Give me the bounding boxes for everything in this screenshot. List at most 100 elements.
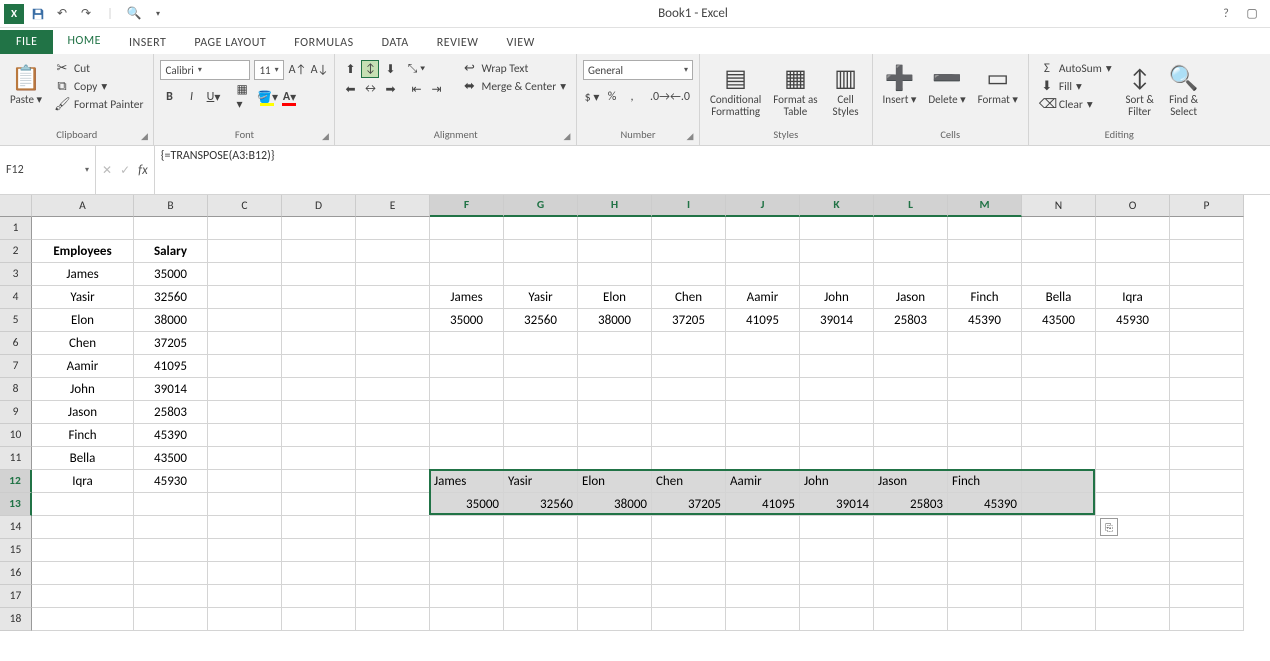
insert-function-button[interactable]: fx <box>138 163 148 178</box>
column-header-D[interactable]: D <box>282 195 356 217</box>
cell-L12[interactable]: Jason <box>874 470 948 493</box>
paste-button[interactable]: 📋 Paste ▾ <box>6 60 46 108</box>
alignment-dialog-launcher[interactable]: ◢ <box>561 130 573 142</box>
cell-N17[interactable] <box>1022 585 1096 608</box>
cell-H15[interactable] <box>578 539 652 562</box>
cell-B16[interactable] <box>134 562 208 585</box>
cell-C8[interactable] <box>208 378 282 401</box>
row-header-8[interactable]: 8 <box>0 378 32 401</box>
cell-J3[interactable] <box>726 263 800 286</box>
cell-B3[interactable]: 35000 <box>134 263 208 286</box>
cell-O10[interactable] <box>1096 424 1170 447</box>
cell-G17[interactable] <box>504 585 578 608</box>
cell-E3[interactable] <box>356 263 430 286</box>
cell-A4[interactable]: Yasir <box>32 286 134 309</box>
cell-L18[interactable] <box>874 608 948 631</box>
cell-O18[interactable] <box>1096 608 1170 631</box>
cell-K14[interactable] <box>800 516 874 539</box>
cell-B5[interactable]: 38000 <box>134 309 208 332</box>
cell-B18[interactable] <box>134 608 208 631</box>
cell-A10[interactable]: Finch <box>32 424 134 447</box>
cell-L7[interactable] <box>874 355 948 378</box>
cell-F6[interactable] <box>430 332 504 355</box>
cell-D1[interactable] <box>282 217 356 240</box>
cell-G14[interactable] <box>504 516 578 539</box>
cancel-formula-button[interactable]: ✕ <box>102 163 112 178</box>
column-header-A[interactable]: A <box>32 195 134 217</box>
cell-H8[interactable] <box>578 378 652 401</box>
find-select-button[interactable]: 🔍Find & Select <box>1164 60 1204 120</box>
cell-L13[interactable]: 25803 <box>874 493 948 516</box>
cell-I3[interactable] <box>652 263 726 286</box>
cell-C6[interactable] <box>208 332 282 355</box>
cell-I17[interactable] <box>652 585 726 608</box>
cell-D15[interactable] <box>282 539 356 562</box>
cell-N16[interactable] <box>1022 562 1096 585</box>
cell-A14[interactable] <box>32 516 134 539</box>
cell-N5[interactable]: 43500 <box>1022 309 1096 332</box>
cell-H11[interactable] <box>578 447 652 470</box>
cell-B14[interactable] <box>134 516 208 539</box>
row-header-16[interactable]: 16 <box>0 562 32 585</box>
cell-M17[interactable] <box>948 585 1022 608</box>
cell-O2[interactable] <box>1096 240 1170 263</box>
cell-P7[interactable] <box>1170 355 1244 378</box>
increase-decimal-button[interactable]: .0→ <box>651 88 669 106</box>
cell-I6[interactable] <box>652 332 726 355</box>
cell-G7[interactable] <box>504 355 578 378</box>
cell-K12[interactable]: John <box>800 470 874 493</box>
cell-B12[interactable]: 45930 <box>134 470 208 493</box>
cell-K11[interactable] <box>800 447 874 470</box>
cell-O4[interactable]: Iqra <box>1096 286 1170 309</box>
tab-home[interactable]: HOME <box>53 30 115 54</box>
cell-M10[interactable] <box>948 424 1022 447</box>
cell-E6[interactable] <box>356 332 430 355</box>
column-header-F[interactable]: F <box>430 195 504 217</box>
cell-M18[interactable] <box>948 608 1022 631</box>
cell-C10[interactable] <box>208 424 282 447</box>
cell-A6[interactable]: Chen <box>32 332 134 355</box>
cell-L17[interactable] <box>874 585 948 608</box>
font-dialog-launcher[interactable]: ◢ <box>319 130 331 142</box>
cell-G4[interactable]: Yasir <box>504 286 578 309</box>
cell-J14[interactable] <box>726 516 800 539</box>
decrease-font-button[interactable]: A↓ <box>310 61 328 79</box>
cell-N7[interactable] <box>1022 355 1096 378</box>
cell-B17[interactable] <box>134 585 208 608</box>
cell-H17[interactable] <box>578 585 652 608</box>
cell-F4[interactable]: James <box>430 286 504 309</box>
cell-L6[interactable] <box>874 332 948 355</box>
cell-G3[interactable] <box>504 263 578 286</box>
cell-G12[interactable]: Yasir <box>504 470 578 493</box>
cell-L14[interactable] <box>874 516 948 539</box>
help-button[interactable]: ? <box>1218 6 1234 22</box>
align-center-button[interactable]: ↔ <box>361 80 379 98</box>
spreadsheet-grid[interactable]: ABCDEFGHIJKLMNOP 12345678910111213141516… <box>0 195 1270 656</box>
decrease-decimal-button[interactable]: ←.0 <box>671 88 689 106</box>
cell-F5[interactable]: 35000 <box>430 309 504 332</box>
column-header-M[interactable]: M <box>948 195 1022 217</box>
cell-L16[interactable] <box>874 562 948 585</box>
cell-I15[interactable] <box>652 539 726 562</box>
column-header-E[interactable]: E <box>356 195 430 217</box>
cell-D14[interactable] <box>282 516 356 539</box>
cell-B7[interactable]: 41095 <box>134 355 208 378</box>
row-header-2[interactable]: 2 <box>0 240 32 263</box>
cell-D9[interactable] <box>282 401 356 424</box>
column-header-G[interactable]: G <box>504 195 578 217</box>
cell-F17[interactable] <box>430 585 504 608</box>
cell-I9[interactable] <box>652 401 726 424</box>
cell-E14[interactable] <box>356 516 430 539</box>
cell-N18[interactable] <box>1022 608 1096 631</box>
cell-M15[interactable] <box>948 539 1022 562</box>
cell-E2[interactable] <box>356 240 430 263</box>
cell-H7[interactable] <box>578 355 652 378</box>
cell-F8[interactable] <box>430 378 504 401</box>
cell-K7[interactable] <box>800 355 874 378</box>
cut-button[interactable]: ✂Cut <box>50 60 147 77</box>
border-button[interactable]: ▦ ▾ <box>236 88 254 106</box>
cell-J10[interactable] <box>726 424 800 447</box>
row-header-10[interactable]: 10 <box>0 424 32 447</box>
cell-B10[interactable]: 45390 <box>134 424 208 447</box>
cell-P13[interactable] <box>1170 493 1244 516</box>
